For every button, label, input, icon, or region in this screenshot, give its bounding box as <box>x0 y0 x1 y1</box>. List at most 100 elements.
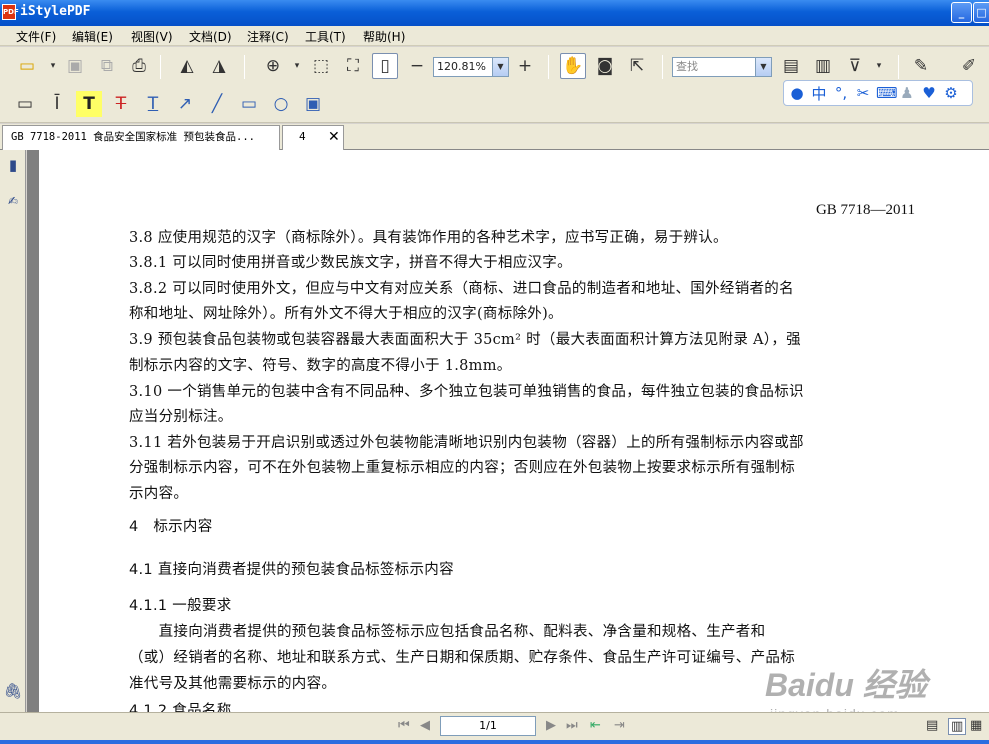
toolbar-separator <box>548 55 549 79</box>
ime-user-icon[interactable]: ♟ <box>898 84 916 102</box>
go-forward-icon[interactable]: ⇥ <box>614 718 625 733</box>
stamp-tool-icon[interactable]: ▣ <box>300 91 326 117</box>
toolbar-separator <box>160 55 161 79</box>
actual-size-icon[interactable]: ▯ <box>372 53 398 79</box>
doc-line: 3.8.1 可以同时使用拼音或少数民族文字，拼音不得大于相应汉字。 <box>129 255 572 271</box>
menu-help[interactable]: 帮助(H) <box>363 28 405 45</box>
ime-keyboard-icon[interactable]: ⌨ <box>876 84 898 102</box>
rectangle-tool-icon[interactable]: ▭ <box>236 91 262 117</box>
tab-document[interactable]: GB 7718-2011 食品安全国家标准 预包装食品... <box>2 125 280 150</box>
edit-pen-icon[interactable]: ✐ <box>956 53 982 79</box>
search-input[interactable]: 查找 ▼ <box>672 57 772 77</box>
signature-panel-icon[interactable]: ✍ <box>3 194 23 214</box>
find-next-icon[interactable]: ▥ <box>810 53 836 79</box>
menu-file[interactable]: 文件(F) <box>16 28 56 45</box>
side-panel: ▮ ✍ 🖇 <box>0 150 26 712</box>
select-tool-icon[interactable]: ⇱ <box>624 53 650 79</box>
menu-comment[interactable]: 注释(C) <box>247 28 289 45</box>
search-placeholder: 查找 <box>676 60 698 73</box>
menu-tools[interactable]: 工具(T) <box>305 28 346 45</box>
last-page-icon[interactable]: ⏭ <box>566 718 578 733</box>
zoom-level-select[interactable]: 120.81% ▼ <box>433 57 509 77</box>
save-icon[interactable]: ▣ <box>62 53 88 79</box>
filter-dropdown-icon[interactable]: ▾ <box>866 53 892 79</box>
hand-tool-icon[interactable]: ✋ <box>560 53 586 79</box>
line-tool-icon[interactable]: ╱ <box>204 91 230 117</box>
menu-bar: 文件(F) 编辑(E) 视图(V) 文档(D) 注释(C) 工具(T) 帮助(H… <box>0 26 989 46</box>
app-icon: PDF <box>2 4 19 20</box>
sign-pen-icon[interactable]: ✎ <box>908 53 934 79</box>
doc-line: 3.9 预包装食品包装物或包装容器最大表面面积大于 35cm² 时（最大表面面积… <box>129 332 801 348</box>
ime-chinese-mode-icon[interactable]: 中 <box>810 83 828 104</box>
two-page-view-icon[interactable]: ▦ <box>970 718 982 733</box>
watermark-brand: Baidu 经验 <box>765 667 927 703</box>
doc-line: 制标示内容的文字、符号、数字的高度不得小于 1.8mm。 <box>129 358 512 374</box>
ime-settings-icon[interactable]: ⚙ <box>942 84 960 102</box>
menu-view[interactable]: 视图(V) <box>131 28 173 45</box>
ime-skin-icon[interactable]: ♥ <box>920 84 938 102</box>
page-number-input[interactable]: 1/1 <box>440 716 536 736</box>
section-heading: 4.1 直接向消费者提供的预包装食品标签标示内容 <box>129 562 454 578</box>
rotate-left-icon[interactable]: ◭ <box>174 53 200 79</box>
window-title: iStylePDF <box>20 4 91 19</box>
text-insert-icon[interactable]: Ī <box>44 91 70 117</box>
doc-line: 3.10 一个销售单元的包装中含有不同品种、多个独立包装可单独销售的食品，每件独… <box>129 384 804 400</box>
bookmark-icon[interactable]: ▮ <box>3 156 23 176</box>
title-bar: PDF iStylePDF _ □ <box>0 0 989 26</box>
highlight-text-icon[interactable]: T <box>76 91 102 117</box>
menu-edit[interactable]: 编辑(E) <box>72 28 113 45</box>
ime-punctuation-icon[interactable]: °, <box>832 84 850 102</box>
doc-line: 3.8.2 可以同时使用外文，但应与中文有对应关系（商标、进口食品的制造者和地址… <box>129 281 794 297</box>
attachment-clip-icon[interactable]: 🖇 <box>3 682 23 702</box>
single-page-view-icon[interactable]: ▤ <box>926 718 938 733</box>
zoom-level-value: 120.81% <box>437 60 486 73</box>
status-bar: ⏮ ◀ 1/1 ▶ ⏭ ⇤ ⇥ ▤ ▥ ▦ <box>0 712 989 744</box>
section-heading: 4 标示内容 <box>129 519 213 535</box>
zoom-out-icon[interactable]: − <box>404 53 430 79</box>
ime-scissors-icon[interactable]: ✂ <box>854 84 872 102</box>
ellipse-tool-icon[interactable]: ○ <box>268 91 294 117</box>
ime-logo-icon[interactable]: ● <box>788 84 806 102</box>
rotate-right-icon[interactable]: ◮ <box>206 53 232 79</box>
toolbar-separator <box>662 55 663 79</box>
chevron-down-icon[interactable]: ▼ <box>492 58 508 76</box>
fit-page-icon[interactable]: ⬚ <box>308 53 334 79</box>
go-back-icon[interactable]: ⇤ <box>590 718 601 733</box>
doc-line: 3.11 若外包装易于开启识别或透过外包装物能清晰地识别内包装物（容器）上的所有… <box>129 435 804 451</box>
close-icon[interactable]: ✕ <box>328 129 340 145</box>
find-prev-icon[interactable]: ▤ <box>778 53 804 79</box>
zoom-in-magnifier-icon[interactable]: ⊕ <box>260 53 286 79</box>
taskbar-strip <box>0 740 989 744</box>
doc-line: 分强制标示内容，可不在外包装物上重复标示相应的内容；否则应在外包装物上按要求标示… <box>129 460 795 476</box>
menu-document[interactable]: 文档(D) <box>189 28 232 45</box>
minimize-button[interactable]: _ <box>951 2 972 23</box>
save-copy-icon[interactable]: ⧉ <box>94 53 120 79</box>
underline-text-icon[interactable]: T <box>140 91 166 117</box>
section-heading: 4.1.1 一般要求 <box>129 598 232 614</box>
fit-width-icon[interactable]: ⛶ <box>340 53 366 79</box>
toolbar-separator <box>244 55 245 79</box>
snapshot-icon[interactable]: ◙ <box>592 53 618 79</box>
continuous-view-icon[interactable]: ▥ <box>948 718 967 735</box>
first-page-icon[interactable]: ⏮ <box>398 718 410 733</box>
print-icon[interactable]: ⎙ <box>126 53 152 79</box>
maximize-button[interactable]: □ <box>973 2 989 23</box>
arrow-tool-icon[interactable]: ↗ <box>172 91 198 117</box>
filter-icon[interactable]: ⊽ <box>842 53 868 79</box>
ime-toolbar: ● 中 °, ✂ ⌨ ♟ ♥ ⚙ <box>783 80 973 106</box>
zoom-in-icon[interactable]: + <box>512 53 538 79</box>
doc-line: 直接向消费者提供的预包装食品标签标示应包括食品名称、配料表、净含量和规格、生产者… <box>129 624 766 640</box>
open-folder-icon[interactable]: ▭ <box>14 53 40 79</box>
document-viewport: GB 7718—2011 3.8 应使用规范的汉字（商标除外）。具有装饰作用的各… <box>27 150 989 712</box>
doc-line: 称和地址、网址除外）。所有外文不得大于相应的汉字(商标除外)。 <box>129 306 563 322</box>
zoom-dropdown-icon[interactable]: ▾ <box>284 53 310 79</box>
previous-page-icon[interactable]: ◀ <box>420 718 430 733</box>
document-number: GB 7718—2011 <box>815 202 915 218</box>
chevron-down-icon[interactable]: ▼ <box>755 58 771 76</box>
comment-note-icon[interactable]: ▭ <box>12 91 38 117</box>
strikethrough-text-icon[interactable]: T <box>108 91 134 117</box>
next-page-icon[interactable]: ▶ <box>546 718 556 733</box>
pdf-page: GB 7718—2011 3.8 应使用规范的汉字（商标除外）。具有装饰作用的各… <box>39 150 989 712</box>
doc-line: 示内容。 <box>129 486 189 502</box>
document-tabs: GB 7718-2011 食品安全国家标准 预包装食品... 4 ✕ <box>0 124 989 150</box>
